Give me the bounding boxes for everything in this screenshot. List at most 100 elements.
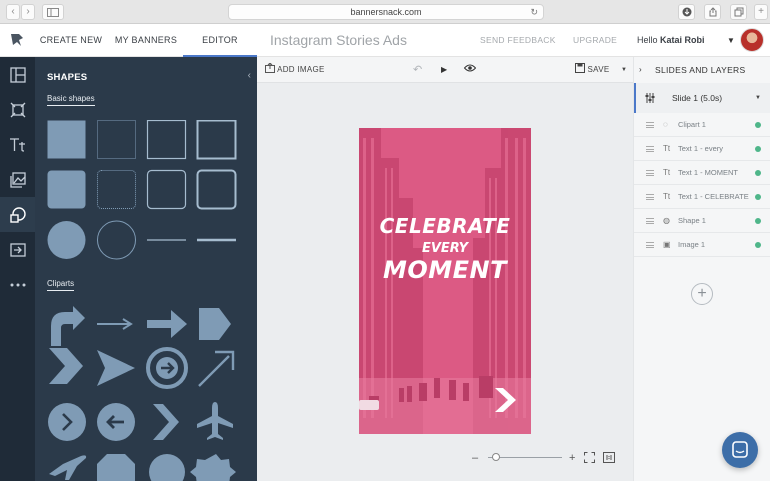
- drag-handle-icon[interactable]: [646, 218, 654, 224]
- seal-badge-icon[interactable]: [190, 454, 236, 481]
- canvas-toolbar: ADD IMAGE ↶ ▶ SAVE ▼: [257, 57, 633, 83]
- rail-resize-button[interactable]: [0, 92, 35, 127]
- banner-canvas[interactable]: CELEBRATE EVERY MOMENT: [359, 128, 531, 434]
- banner-line-moment[interactable]: MOMENT: [383, 256, 508, 284]
- layer-row[interactable]: ▣ Image 1: [634, 233, 770, 257]
- u-turn-arrow-icon[interactable]: [51, 306, 85, 346]
- layer-row[interactable]: ◌ Clipart 1: [634, 113, 770, 137]
- slide-dropdown-chevron-icon[interactable]: ▼: [755, 83, 761, 113]
- preview-button[interactable]: [463, 57, 477, 83]
- pentagon-arrow-icon[interactable]: [199, 308, 231, 340]
- zoom-controls: – +: [472, 450, 632, 466]
- dashed-square-shape[interactable]: [97, 120, 136, 159]
- sidebar-toggle-button[interactable]: [42, 4, 64, 20]
- dashed-rounded-square-shape[interactable]: [97, 170, 136, 209]
- visibility-dot-icon[interactable]: [755, 194, 761, 200]
- thin-right-arrow-icon[interactable]: [97, 318, 133, 330]
- save-options-chevron-icon[interactable]: ▼: [621, 57, 627, 83]
- zoom-slider-handle[interactable]: [491, 453, 500, 461]
- rail-image-button[interactable]: [0, 162, 35, 197]
- layer-row[interactable]: Tt Text 1 - CELEBRATE: [634, 185, 770, 209]
- forward-button[interactable]: ›: [21, 4, 35, 20]
- octagon-badge-icon[interactable]: [97, 454, 135, 481]
- banner-line-every[interactable]: EVERY: [422, 241, 470, 256]
- thick-outline-square-shape[interactable]: [196, 120, 237, 160]
- zoom-out-button[interactable]: –: [472, 450, 478, 466]
- layer-row[interactable]: ◍ Shape 1: [634, 209, 770, 233]
- avatar[interactable]: [740, 28, 764, 52]
- plane-takeoff-icon[interactable]: [49, 455, 87, 480]
- paper-plane-arrow-icon[interactable]: [97, 350, 135, 386]
- drag-handle-icon[interactable]: [646, 170, 654, 176]
- drag-handle-icon[interactable]: [646, 122, 654, 128]
- back-button[interactable]: ‹: [6, 4, 20, 20]
- thick-rounded-square-shape[interactable]: [196, 169, 237, 210]
- banner-line-celebrate[interactable]: CELEBRATE: [380, 214, 511, 238]
- download-icon: [682, 7, 691, 17]
- user-name: Katai Robi: [660, 35, 705, 45]
- rail-export-button[interactable]: [0, 232, 35, 267]
- layer-label: Clipart 1: [678, 120, 706, 129]
- actual-size-button[interactable]: [603, 452, 615, 466]
- visibility-dot-icon[interactable]: [755, 122, 761, 128]
- add-slide-button[interactable]: +: [691, 283, 713, 305]
- downloads-button[interactable]: [678, 4, 695, 20]
- starburst-badge-icon[interactable]: [149, 454, 185, 481]
- rail-more-button[interactable]: [0, 267, 35, 302]
- chevron-down-icon[interactable]: ▼: [727, 24, 735, 57]
- share-button[interactable]: [704, 4, 721, 20]
- visibility-dot-icon[interactable]: [755, 170, 761, 176]
- document-title[interactable]: Instagram Stories Ads: [270, 24, 407, 57]
- cliparts-heading[interactable]: Cliparts: [47, 279, 75, 291]
- nav-my-banners[interactable]: MY BANNERS: [110, 24, 182, 57]
- rail-layout-button[interactable]: [0, 57, 35, 92]
- fullscreen-button[interactable]: [584, 452, 595, 466]
- layer-label: Image 1: [678, 240, 706, 249]
- send-feedback-link[interactable]: SEND FEEDBACK: [480, 24, 556, 57]
- slide-1-row[interactable]: Slide 1 (5.0s) ▼: [634, 83, 770, 113]
- filled-circle-shape[interactable]: [47, 221, 86, 259]
- play-icon[interactable]: ▶: [441, 57, 447, 83]
- user-greeting[interactable]: Hello Katai Robi: [637, 24, 705, 57]
- visibility-dot-icon[interactable]: [755, 242, 761, 248]
- expand-chevron-icon[interactable]: ›: [639, 57, 642, 83]
- layers-panel-header[interactable]: › SLIDES AND LAYERS: [634, 57, 770, 83]
- outline-rounded-square-shape[interactable]: [146, 169, 187, 210]
- right-arrow-icon[interactable]: [147, 310, 187, 338]
- airplane-icon[interactable]: [197, 402, 233, 440]
- collapse-icon[interactable]: ‹: [248, 70, 251, 81]
- circle-chevron-right-icon[interactable]: [48, 403, 86, 441]
- reload-icon[interactable]: ↻: [530, 5, 538, 19]
- chevron-right-icon[interactable]: [153, 404, 179, 440]
- outline-circle-shape[interactable]: [97, 220, 136, 260]
- filled-rounded-square-shape[interactable]: [47, 170, 86, 209]
- upgrade-link[interactable]: UPGRADE: [573, 24, 617, 57]
- filled-square-shape[interactable]: [47, 120, 86, 159]
- rail-shapes-button[interactable]: [0, 197, 35, 232]
- drag-handle-icon[interactable]: [646, 242, 654, 248]
- nav-create-new[interactable]: CREATE NEW: [36, 24, 106, 57]
- tabs-button[interactable]: [730, 4, 747, 20]
- rail-text-button[interactable]: [0, 127, 35, 162]
- diagonal-arrow-icon[interactable]: [198, 350, 235, 387]
- add-image-button[interactable]: ADD IMAGE: [265, 57, 325, 83]
- visibility-dot-icon[interactable]: [755, 146, 761, 152]
- nav-editor[interactable]: EDITOR: [183, 24, 257, 57]
- basic-shapes-heading[interactable]: Basic shapes: [47, 94, 95, 106]
- slide-settings-icon[interactable]: [645, 93, 655, 103]
- bannersnack-logo: [11, 34, 23, 46]
- drag-handle-icon[interactable]: [646, 194, 654, 200]
- address-bar[interactable]: bannersnack.com ↻: [228, 4, 544, 20]
- layer-row[interactable]: Tt Text 1 - every: [634, 137, 770, 161]
- outline-square-shape[interactable]: [146, 120, 187, 160]
- zoom-in-button[interactable]: +: [569, 450, 575, 466]
- undo-icon[interactable]: ↶: [413, 57, 423, 83]
- new-tab-button[interactable]: +: [754, 4, 768, 20]
- drag-handle-icon[interactable]: [646, 146, 654, 152]
- visibility-dot-icon[interactable]: [755, 218, 761, 224]
- chevron-arrow-icon[interactable]: [49, 348, 83, 384]
- city-background-image[interactable]: CELEBRATE EVERY MOMENT: [359, 128, 531, 434]
- chat-widget-button[interactable]: [722, 432, 758, 468]
- layer-row[interactable]: Tt Text 1 - MOMENT: [634, 161, 770, 185]
- save-button[interactable]: SAVE: [575, 57, 609, 83]
